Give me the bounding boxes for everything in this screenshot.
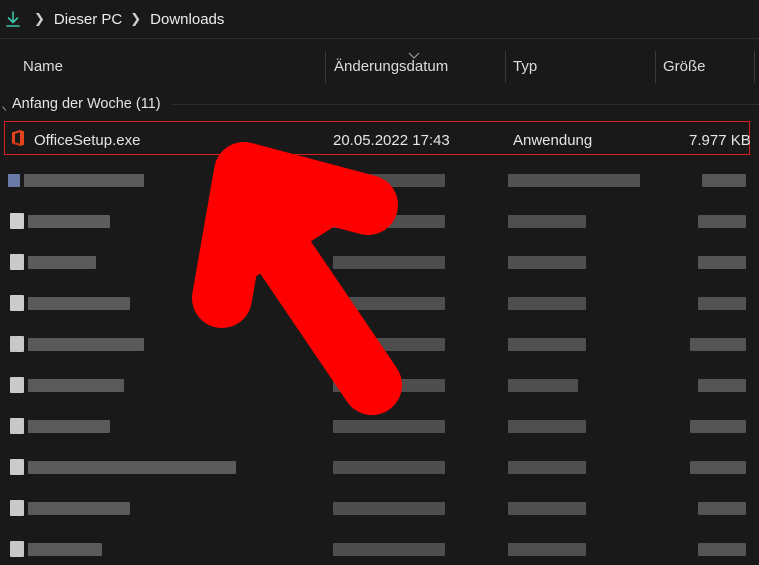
column-resize-handle[interactable]: [655, 51, 656, 83]
breadcrumb-separator-icon: ❯: [130, 11, 142, 26]
redacted-date: [333, 420, 445, 433]
redacted-name: [24, 174, 144, 187]
redacted-name: [28, 215, 110, 228]
redacted-type: [508, 338, 586, 351]
redacted-date: [333, 543, 445, 556]
office-icon: [10, 129, 26, 147]
file-row-redacted[interactable]: [0, 242, 759, 283]
file-row-redacted[interactable]: [0, 365, 759, 406]
toolbar-divider: [0, 38, 759, 39]
file-size: 7.977 KB: [689, 132, 751, 149]
file-name[interactable]: OfficeSetup.exe: [34, 120, 140, 161]
redacted-type: [508, 461, 586, 474]
file-icon: [10, 213, 24, 229]
file-icon: [10, 500, 24, 516]
file-row-redacted[interactable]: [0, 160, 759, 201]
address-bar[interactable]: ❯ Dieser PC ❯ Downloads: [0, 0, 759, 38]
redacted-name: [28, 379, 124, 392]
redacted-date: [333, 461, 445, 474]
redacted-date: [333, 215, 445, 228]
file-row-redacted[interactable]: [0, 201, 759, 242]
column-header-date[interactable]: Änderungsdatum: [334, 48, 448, 86]
column-header-name[interactable]: Name: [23, 48, 63, 86]
redacted-type: [508, 297, 586, 310]
breadcrumb-item-downloads[interactable]: Downloads: [150, 11, 224, 28]
file-icon: [10, 418, 24, 434]
redacted-name: [28, 420, 110, 433]
column-resize-handle[interactable]: [505, 51, 506, 83]
file-row-redacted[interactable]: [0, 406, 759, 447]
redacted-type: [508, 215, 586, 228]
column-resize-handle[interactable]: [325, 51, 326, 83]
redacted-type: [508, 543, 586, 556]
file-row-redacted[interactable]: [0, 488, 759, 529]
redacted-size: [698, 502, 746, 515]
redacted-type: [508, 256, 586, 269]
file-icon: [8, 174, 20, 187]
redacted-type: [508, 379, 578, 392]
redacted-date: [333, 338, 445, 351]
breadcrumb-item-this-pc[interactable]: Dieser PC: [54, 11, 122, 28]
group-collapse-chevron-icon[interactable]: [0, 97, 12, 112]
file-row-officesetup[interactable]: OfficeSetup.exe 20.05.2022 17:43 Anwendu…: [0, 120, 759, 161]
redacted-date: [333, 502, 445, 515]
redacted-name: [28, 297, 130, 310]
file-type: Anwendung: [513, 132, 593, 149]
file-row-redacted[interactable]: [0, 529, 759, 565]
redacted-date: [333, 256, 445, 269]
redacted-name: [28, 502, 130, 515]
redacted-name: [28, 338, 144, 351]
redacted-type: [508, 174, 640, 187]
redacted-date: [333, 297, 445, 310]
file-icon: [10, 295, 24, 311]
group-divider: [172, 104, 759, 105]
file-icon: [10, 541, 24, 557]
redacted-name: [28, 256, 96, 269]
column-header-size[interactable]: Größe: [663, 48, 706, 86]
file-row-redacted[interactable]: [0, 324, 759, 365]
download-arrow-icon[interactable]: [0, 0, 26, 38]
file-icon: [10, 377, 24, 393]
redacted-size: [698, 215, 746, 228]
redacted-type: [508, 502, 586, 515]
file-row-redacted[interactable]: [0, 283, 759, 324]
file-icon: [10, 459, 24, 475]
redacted-name: [28, 543, 102, 556]
column-resize-handle[interactable]: [754, 51, 755, 83]
file-icon: [10, 336, 24, 352]
breadcrumb-separator-icon: ❯: [34, 11, 45, 26]
redacted-size: [698, 297, 746, 310]
redacted-name: [28, 461, 236, 474]
redacted-type: [508, 420, 586, 433]
redacted-date: [333, 379, 445, 392]
group-header[interactable]: Anfang der Woche (11): [0, 94, 161, 114]
redacted-date: [333, 174, 445, 187]
file-row-redacted[interactable]: [0, 447, 759, 488]
redacted-size: [698, 379, 746, 392]
redacted-size: [698, 256, 746, 269]
group-label: Anfang der Woche (11): [12, 96, 161, 112]
redacted-size: [702, 174, 746, 187]
column-header-row: Name Änderungsdatum Typ Größe: [0, 48, 759, 86]
column-header-type[interactable]: Typ: [513, 48, 537, 86]
file-date: 20.05.2022 17:43: [333, 132, 450, 149]
redacted-size: [690, 338, 746, 351]
redacted-size: [690, 461, 746, 474]
file-icon: [10, 254, 24, 270]
redacted-size: [698, 543, 746, 556]
redacted-size: [690, 420, 746, 433]
